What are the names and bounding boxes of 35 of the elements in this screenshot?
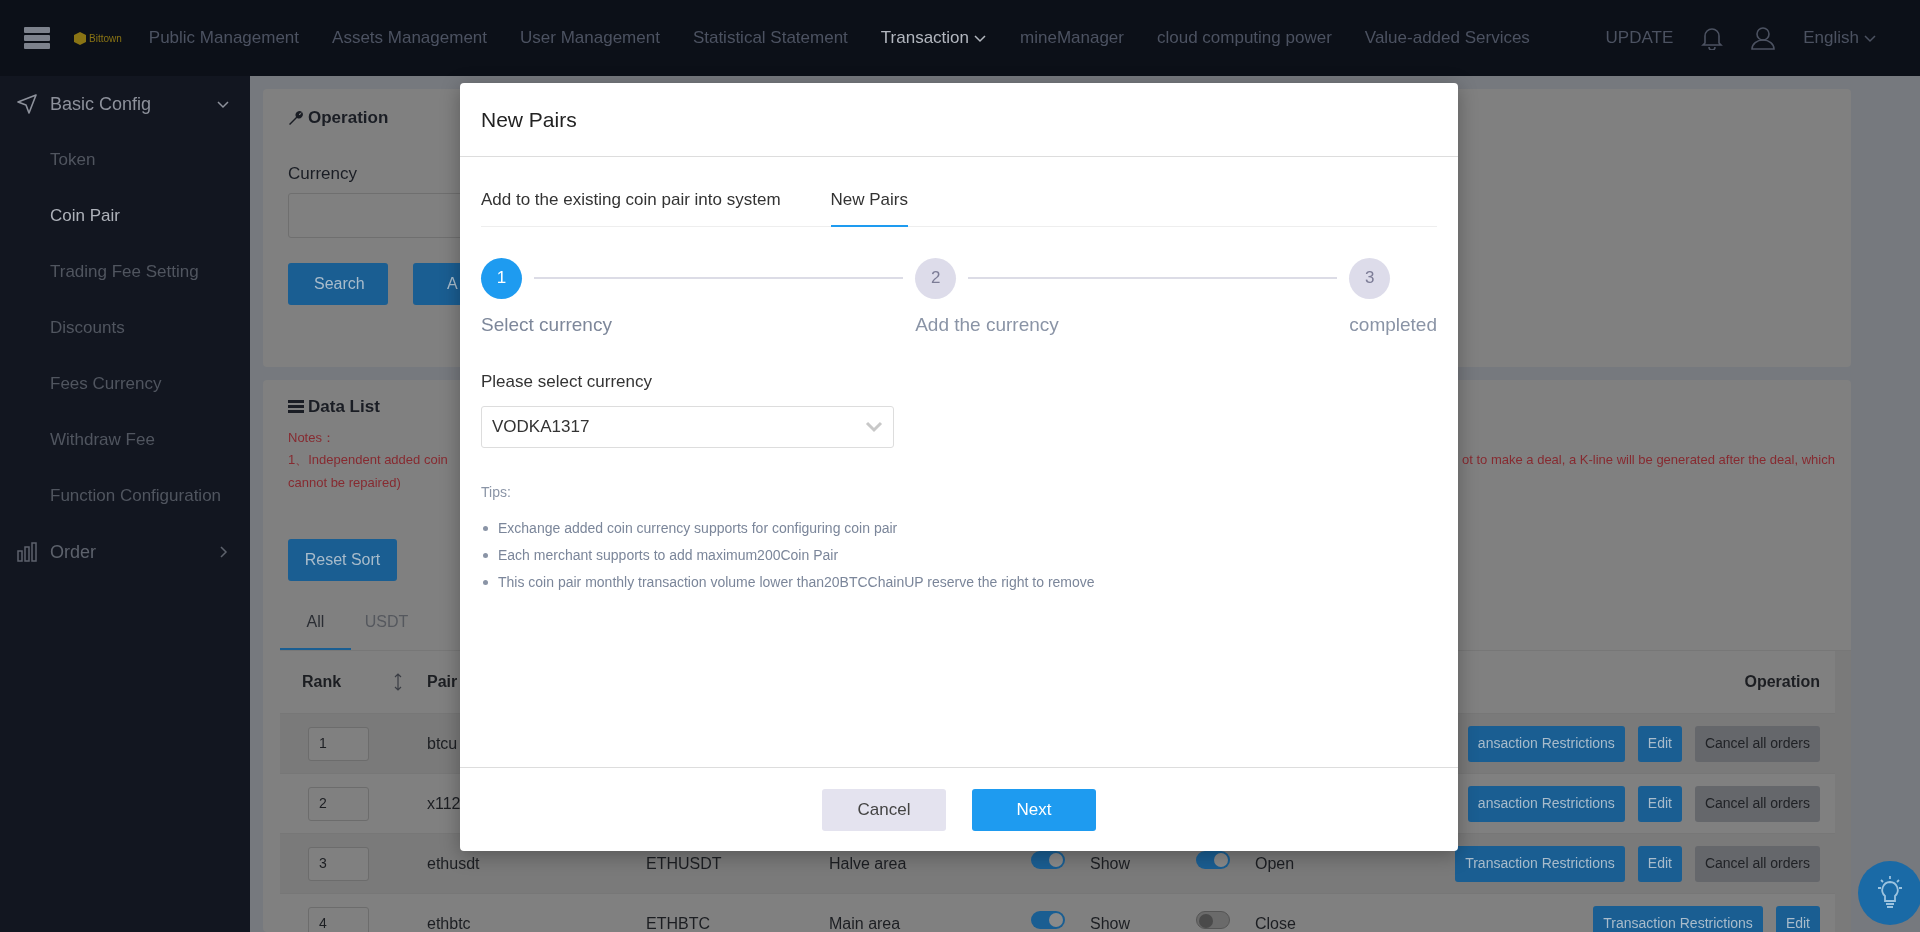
note-text: cannot be repaired) bbox=[288, 475, 401, 490]
step-number: 1 bbox=[481, 257, 522, 299]
table-cell-text: btcu bbox=[427, 733, 459, 754]
notes-label: Notes： bbox=[288, 430, 335, 445]
table-cell-text: ethbtc bbox=[427, 913, 472, 932]
column-header: Rank bbox=[302, 672, 342, 692]
field-label: Currency bbox=[288, 164, 358, 184]
table-cell-text: ETHBTC bbox=[646, 913, 711, 932]
table-cell-text: Main area bbox=[829, 913, 902, 932]
table-cell-text: Show bbox=[1090, 913, 1132, 932]
column-header: Pair bbox=[427, 672, 459, 692]
note-text: ot to make a deal, a K-line will be generated after the deal, which bbox=[1462, 451, 1835, 469]
table-cell-text: Close bbox=[1255, 913, 1297, 932]
logo-text: Bittown bbox=[89, 31, 122, 46]
table-cell-text: x112 bbox=[427, 793, 462, 814]
panel-title: Data List bbox=[308, 397, 380, 417]
tip-text: Exchange added coin currency supports for configuring coin pair bbox=[498, 518, 898, 538]
column-header: Operation bbox=[1744, 672, 1820, 692]
table-cell-text: ETHUSDT bbox=[646, 853, 723, 874]
tip-text: Each merchant supports to add maximum200Coin Pair bbox=[498, 545, 839, 565]
table-cell-text: Halve area bbox=[829, 853, 908, 874]
table-cell-text: Open bbox=[1255, 853, 1296, 874]
step-label: Select currency bbox=[481, 312, 613, 337]
step-number: 3 bbox=[1349, 257, 1391, 299]
table-cell-text: ethusdt bbox=[427, 853, 481, 874]
tip-text: This coin pair monthly transaction volume lower than20BTCChainUP reserve the right to remove bbox=[498, 572, 1095, 592]
step-label: Add the currency bbox=[915, 312, 1060, 337]
table-cell-text: Show bbox=[1090, 853, 1132, 874]
step-number: 2 bbox=[915, 257, 957, 299]
tips-title: Tips: bbox=[481, 482, 512, 502]
step-label: completed bbox=[1349, 312, 1437, 337]
panel-title: Operation bbox=[308, 107, 389, 130]
field-label: Please select currency bbox=[481, 371, 654, 393]
modal-title: New Pairs bbox=[460, 83, 1458, 157]
note-text: 1、Independent added coin bbox=[288, 451, 449, 469]
